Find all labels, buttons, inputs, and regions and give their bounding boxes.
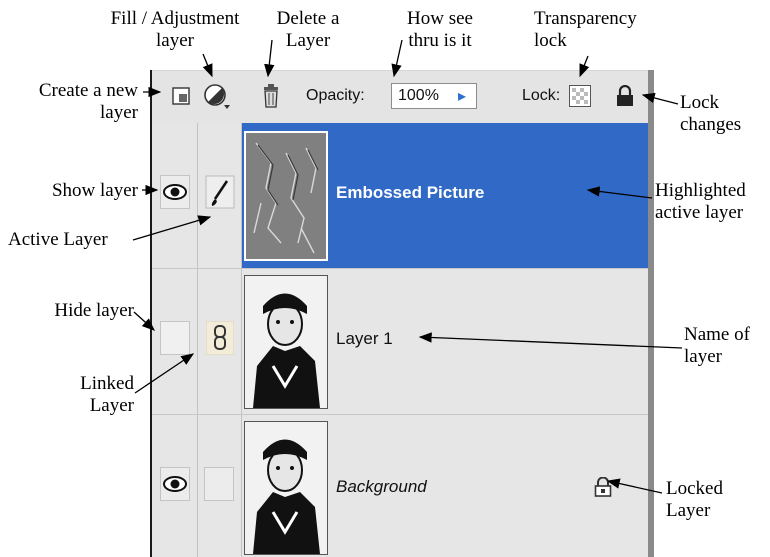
visibility-toggle[interactable] bbox=[160, 175, 190, 209]
layer-name[interactable]: Layer 1 bbox=[336, 329, 393, 349]
annotation-text: Name of layer bbox=[684, 324, 750, 367]
annotation-name-of-layer: Name of layer bbox=[684, 324, 750, 368]
annotation-text: Create a new layer bbox=[38, 80, 138, 123]
opacity-value[interactable]: 100% bbox=[398, 87, 439, 105]
annotation-transparency-lock: Transparency lock bbox=[534, 8, 637, 52]
chain-link-icon bbox=[205, 320, 235, 360]
annotation-text: How see thru is it bbox=[407, 8, 473, 51]
annotation-show-layer: Show layer bbox=[51, 180, 138, 201]
annotation-opacity: How see thru is it bbox=[385, 8, 495, 52]
annotation-text: Lock changes bbox=[680, 92, 742, 135]
layer-row-embossed[interactable]: Embossed Picture bbox=[152, 123, 648, 269]
transparency-lock-icon[interactable] bbox=[569, 85, 591, 112]
layer-row-background[interactable]: Background bbox=[152, 415, 648, 557]
layers-panel: Opacity: 100% ▸ Lock: Embossed Picture L… bbox=[150, 70, 648, 557]
annotation-text: Linked Layer bbox=[80, 373, 134, 416]
opacity-label: Opacity: bbox=[306, 87, 365, 104]
opacity-field[interactable]: 100% ▸ bbox=[391, 83, 477, 109]
link-toggle[interactable] bbox=[204, 467, 234, 501]
visibility-cell[interactable] bbox=[152, 123, 198, 268]
annotation-text: Fill / Adjustment layer bbox=[110, 8, 240, 51]
layer-row-layer1[interactable]: Layer 1 bbox=[152, 269, 648, 415]
annotation-hide-layer: Hide layer bbox=[54, 300, 134, 321]
lock-icon[interactable] bbox=[616, 84, 634, 112]
eye-icon bbox=[163, 184, 187, 200]
layer-thumbnail bbox=[244, 421, 328, 555]
annotation-lock-changes: Lock changes bbox=[680, 92, 741, 136]
opacity-arrow-icon[interactable]: ▸ bbox=[458, 86, 466, 106]
annotation-delete-layer: Delete a Layer bbox=[258, 8, 358, 52]
layer-thumbnail bbox=[244, 275, 328, 409]
annotation-text: Transparency lock bbox=[534, 8, 637, 51]
lock-label: Lock: bbox=[522, 87, 561, 104]
annotation-text: Locked Layer bbox=[666, 478, 723, 521]
layer-name[interactable]: Embossed Picture bbox=[336, 183, 484, 203]
visibility-toggle[interactable] bbox=[160, 467, 190, 501]
link-cell[interactable] bbox=[198, 415, 242, 557]
annotation-create-new-layer: Create a new layer bbox=[4, 80, 138, 124]
annotation-fill-adjustment: Fill / Adjustment layer bbox=[85, 8, 265, 52]
link-cell[interactable] bbox=[198, 269, 242, 414]
layer-lock-icon bbox=[594, 476, 612, 502]
layer-thumbnail bbox=[244, 131, 328, 261]
eye-icon bbox=[163, 476, 187, 492]
panel-shadow bbox=[648, 70, 654, 557]
annotation-active-layer: Active Layer bbox=[8, 229, 108, 250]
annotation-text: Highlighted active layer bbox=[655, 180, 746, 223]
annotation-locked-layer: Locked Layer bbox=[666, 478, 723, 522]
annotation-highlighted-active: Highlighted active layer bbox=[655, 180, 746, 224]
brush-icon bbox=[205, 175, 235, 214]
new-layer-icon[interactable] bbox=[172, 87, 190, 110]
trash-icon[interactable] bbox=[262, 84, 280, 113]
visibility-cell[interactable] bbox=[152, 269, 198, 414]
link-cell[interactable] bbox=[198, 123, 242, 268]
adjustment-layer-icon[interactable] bbox=[204, 83, 230, 116]
annotation-text: Delete a Layer bbox=[276, 8, 340, 51]
annotation-linked-layer: Linked Layer bbox=[4, 373, 134, 417]
visibility-toggle[interactable] bbox=[160, 321, 190, 355]
layers-toolbar: Opacity: 100% ▸ Lock: bbox=[152, 70, 648, 125]
visibility-cell[interactable] bbox=[152, 415, 198, 557]
layer-name[interactable]: Background bbox=[336, 477, 427, 497]
